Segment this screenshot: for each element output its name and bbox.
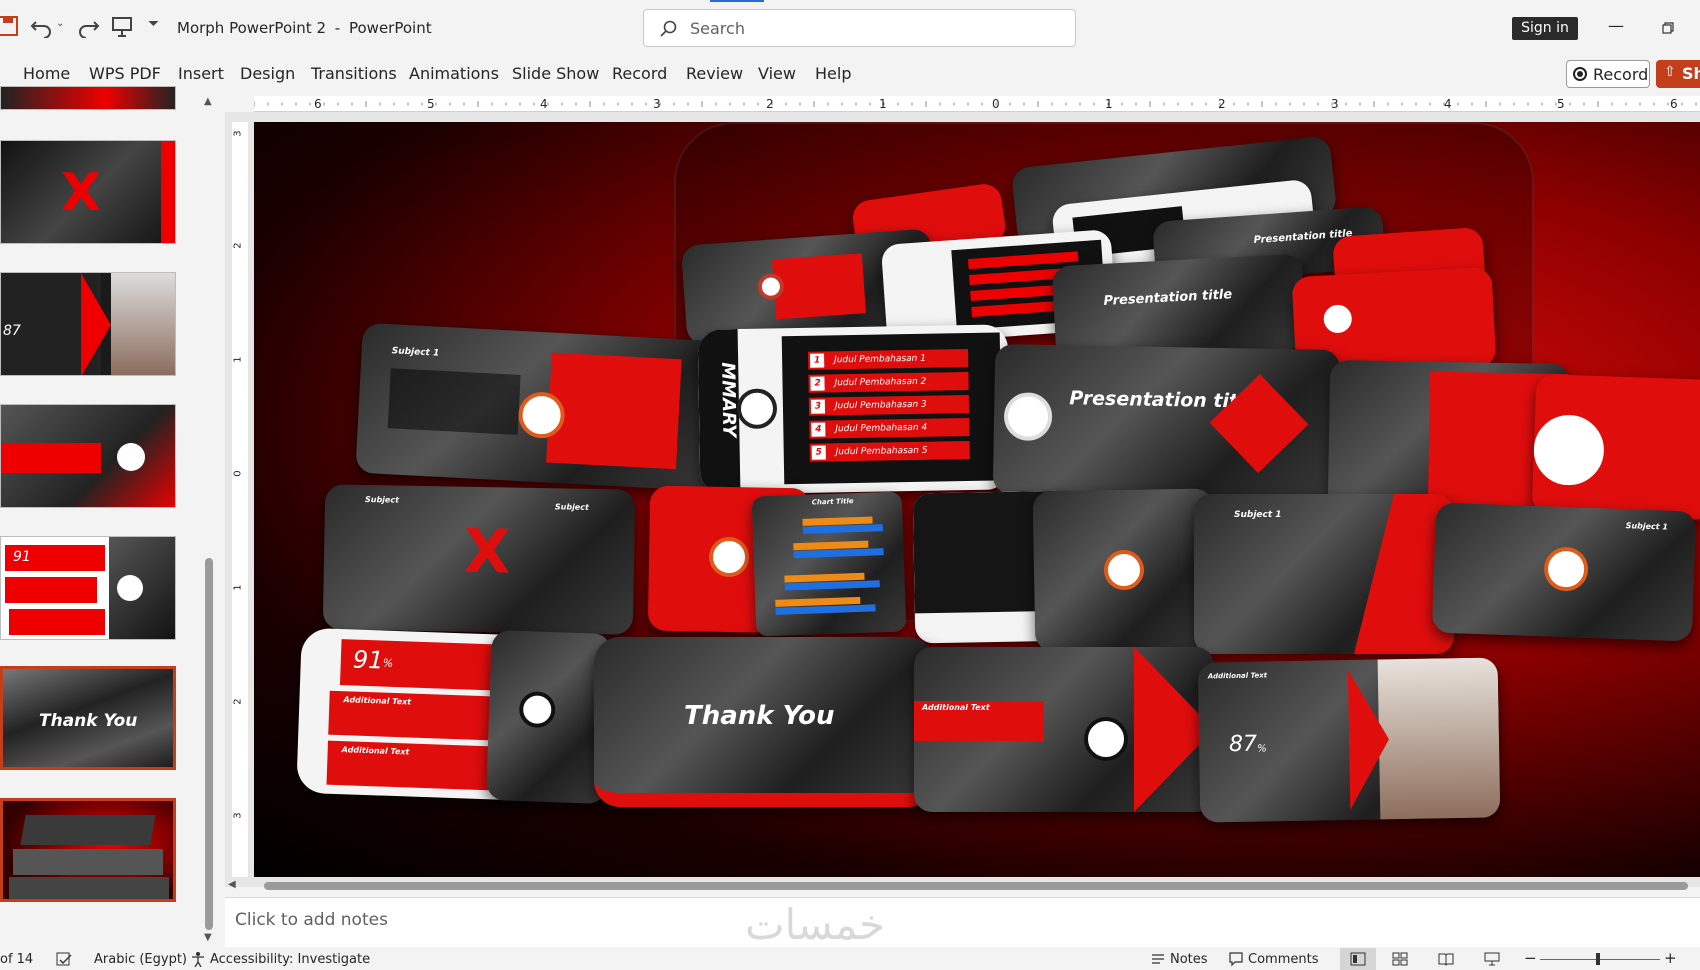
tab-review[interactable]: Review [686, 64, 743, 83]
slide-canvas[interactable]: Presentation title Presentation title Su… [254, 122, 1700, 877]
minimize-icon[interactable]: — [1608, 16, 1624, 35]
spell-check-icon[interactable] [56, 951, 72, 967]
agenda-item: 5 Judul Pembahasan 5 [809, 440, 970, 462]
zoom-slider-thumb[interactable] [1596, 953, 1600, 965]
search-input[interactable]: Search [643, 9, 1076, 47]
tab-slide-show[interactable]: Slide Show [512, 64, 599, 83]
record-icon [1573, 67, 1587, 81]
search-placeholder: Search [690, 19, 745, 38]
tab-animations[interactable]: Animations [409, 64, 499, 83]
horizontal-ruler: 6 5 4 3 2 1 0 1 2 3 4 5 6 [254, 96, 1700, 112]
status-bar: of 14 Arabic (Egypt) Accessibility: Inve… [0, 948, 1700, 970]
slide-preview-logo [1531, 373, 1700, 521]
agenda-item: 1 Judul Pembahasan 1 [807, 349, 969, 370]
notes-icon [1152, 954, 1164, 964]
restore-icon[interactable] [1662, 22, 1674, 34]
slide-preview-card: Additional Text [914, 647, 1214, 812]
present-from-start-icon[interactable] [110, 14, 134, 38]
customize-qat-icon[interactable]: ⏷ [148, 16, 159, 32]
slide-thumbnail[interactable]: X [0, 140, 176, 244]
slide-thumbnail[interactable]: 87 [0, 272, 176, 376]
title-bar: ⌄ ⏷ Morph PowerPoint 2 - PowerPoint Sear… [0, 0, 1700, 56]
share-icon: ⇧ [1664, 64, 1676, 80]
vertical-ruler: 3 2 1 0 1 2 3 [232, 122, 248, 877]
tab-design[interactable]: Design [240, 64, 295, 83]
window-title: Morph PowerPoint 2 - PowerPoint [177, 19, 432, 37]
accessibility-icon [192, 952, 204, 967]
slide-show-icon[interactable] [1484, 952, 1500, 966]
zoom-out-button[interactable]: − [1524, 949, 1537, 967]
slide-horizontal-scrollbar[interactable]: ◀ [228, 879, 1700, 893]
search-icon [660, 20, 677, 37]
tab-record[interactable]: Record [612, 64, 667, 83]
slide-preview-subject: Subject 1 [1431, 502, 1697, 642]
language-indicator[interactable]: Arabic (Egypt) [94, 952, 187, 967]
normal-view-icon [1350, 952, 1366, 966]
share-button[interactable]: ⇧ Sh [1656, 60, 1700, 88]
slide-preview-subject: Subject 1 [355, 322, 723, 492]
slide-thumbnail[interactable] [0, 86, 176, 110]
slide-thumbnail-thank-you[interactable]: Thank You [0, 666, 176, 770]
undo-dropdown-icon[interactable]: ⌄ [56, 18, 64, 29]
tab-home[interactable]: Home [23, 64, 70, 83]
accessibility-status[interactable]: Accessibility: Investigate [210, 952, 370, 967]
ribbon-tabs: Home WPS PDF Insert Design Transitions A… [0, 56, 1700, 96]
redo-icon[interactable] [76, 14, 100, 38]
agenda-item: 4 Judul Pembahasan 4 [809, 417, 970, 439]
record-button[interactable]: Record [1566, 60, 1650, 88]
slide-preview-subject: Subject 1 [1194, 494, 1454, 654]
slide-preview-x: Subject X Subject [322, 484, 636, 635]
notes-placeholder: Click to add notes [235, 910, 388, 930]
watermark: خمسات [745, 900, 886, 949]
agenda-item: 2 Judul Pembahasan 2 [808, 371, 969, 393]
horizontal-scroll-thumb[interactable] [264, 882, 1688, 890]
slide-preview-title: Presentation title [992, 344, 1341, 500]
thumbnail-scroll-thumb[interactable] [205, 558, 213, 930]
normal-view-button[interactable] [1340, 948, 1376, 970]
comments-icon [1229, 952, 1243, 967]
slide-thumbnail[interactable] [0, 404, 176, 508]
notes-toggle-button[interactable]: Notes [1170, 952, 1208, 967]
agenda-item: 3 Judul Pembahasan 3 [808, 394, 970, 416]
slide-preview-photo: 87 % Additional Text [1197, 657, 1501, 823]
slide-thumbnail[interactable]: 91 [0, 536, 176, 640]
slide-sorter-icon[interactable] [1392, 952, 1408, 966]
zoom-in-button[interactable]: + [1664, 949, 1677, 967]
slide-preview-card [1032, 488, 1216, 652]
search-focus-indicator [710, 0, 764, 2]
reading-view-icon[interactable] [1438, 952, 1454, 966]
slide-thumbnail-current[interactable] [0, 798, 176, 902]
slide-preview-thank-you: Thank You [594, 637, 934, 807]
zoom-slider-track[interactable] [1540, 959, 1660, 960]
thumbnail-scrollbar[interactable]: ▲ ▼ [203, 96, 215, 946]
tab-view[interactable]: View [758, 64, 796, 83]
slide-counter: of 14 [0, 952, 34, 967]
notes-pane[interactable]: Click to add notes خمسات [225, 897, 1700, 949]
save-icon[interactable] [0, 14, 20, 38]
comments-button[interactable]: Comments [1248, 952, 1318, 967]
tab-wps-pdf[interactable]: WPS PDF [89, 64, 161, 83]
slide-preview-agenda: MMARY 1 Judul Pembahasan 1 2 Judul Pembaha… [697, 324, 1011, 495]
slide-thumbnail-pane: X 87 91 Thank You [0, 86, 220, 952]
slide-preview-chart: Chart Title [751, 491, 907, 637]
tab-insert[interactable]: Insert [178, 64, 224, 83]
undo-icon[interactable] [30, 14, 54, 38]
horizontal-ruler-ticks [254, 101, 1697, 107]
tab-transitions[interactable]: Transitions [311, 64, 397, 83]
sign-in-button[interactable]: Sign in [1512, 17, 1578, 40]
tab-help[interactable]: Help [815, 64, 851, 83]
